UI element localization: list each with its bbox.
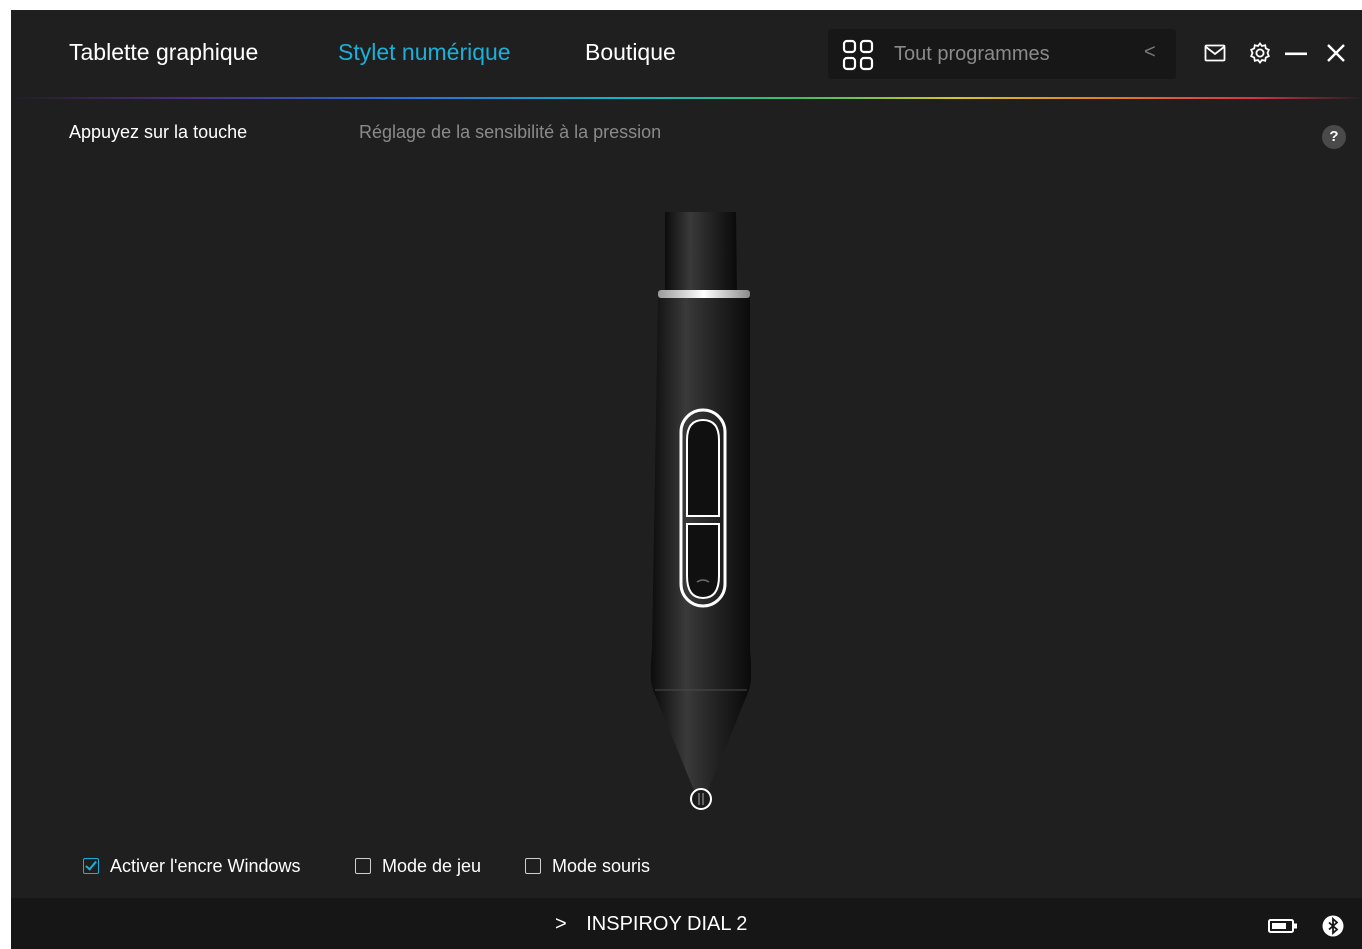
tab-stylet-numerique[interactable]: Stylet numérique [338,39,511,66]
tab-tablette-graphique[interactable]: Tablette graphique [69,39,258,66]
device-selector[interactable]: > INSPIROY DIAL 2 [555,913,747,936]
mail-icon[interactable] [1204,44,1226,62]
help-icon[interactable]: ? [1322,125,1346,149]
pen-lower-button[interactable] [686,523,720,600]
game-mode-label: Mode de jeu [382,856,482,876]
bluetooth-icon [1322,915,1344,937]
top-bar: Tablette graphique Stylet numérique Bout… [11,10,1362,98]
windows-ink-label: Activer l'encre Windows [110,856,301,876]
subtab-pressure-sensitivity[interactable]: Réglage de la sensibilité à la pression [359,122,661,143]
windows-ink-checkbox[interactable] [83,858,99,874]
pen-nib [690,788,712,810]
app-window: Tablette graphique Stylet numérique Bout… [11,10,1362,949]
program-selector-value: Tout programmes [894,43,1050,65]
battery-icon [1268,919,1297,933]
pen-upper-button[interactable] [686,418,720,517]
tab-boutique[interactable]: Boutique [585,39,676,66]
accent-divider [11,97,1362,99]
chevron-right-icon: > [555,913,567,935]
gear-icon[interactable] [1249,42,1271,64]
game-mode-checkbox[interactable] [355,858,371,874]
device-name: INSPIROY DIAL 2 [586,913,748,935]
pen-ring [658,290,750,298]
minimize-icon[interactable] [1285,52,1307,56]
close-icon[interactable] [1326,43,1346,63]
program-selector[interactable]: Tout programmes < [828,29,1176,79]
grid-icon [842,39,874,71]
mouse-mode-label: Mode souris [552,856,651,876]
mouse-mode-checkbox[interactable] [525,858,541,874]
chevron-left-icon[interactable]: < [1144,41,1156,64]
footer-bar: > INSPIROY DIAL 2 [11,898,1362,949]
subtab-press-button[interactable]: Appuyez sur la touche [69,122,247,143]
stylus-illustration[interactable] [631,210,751,810]
